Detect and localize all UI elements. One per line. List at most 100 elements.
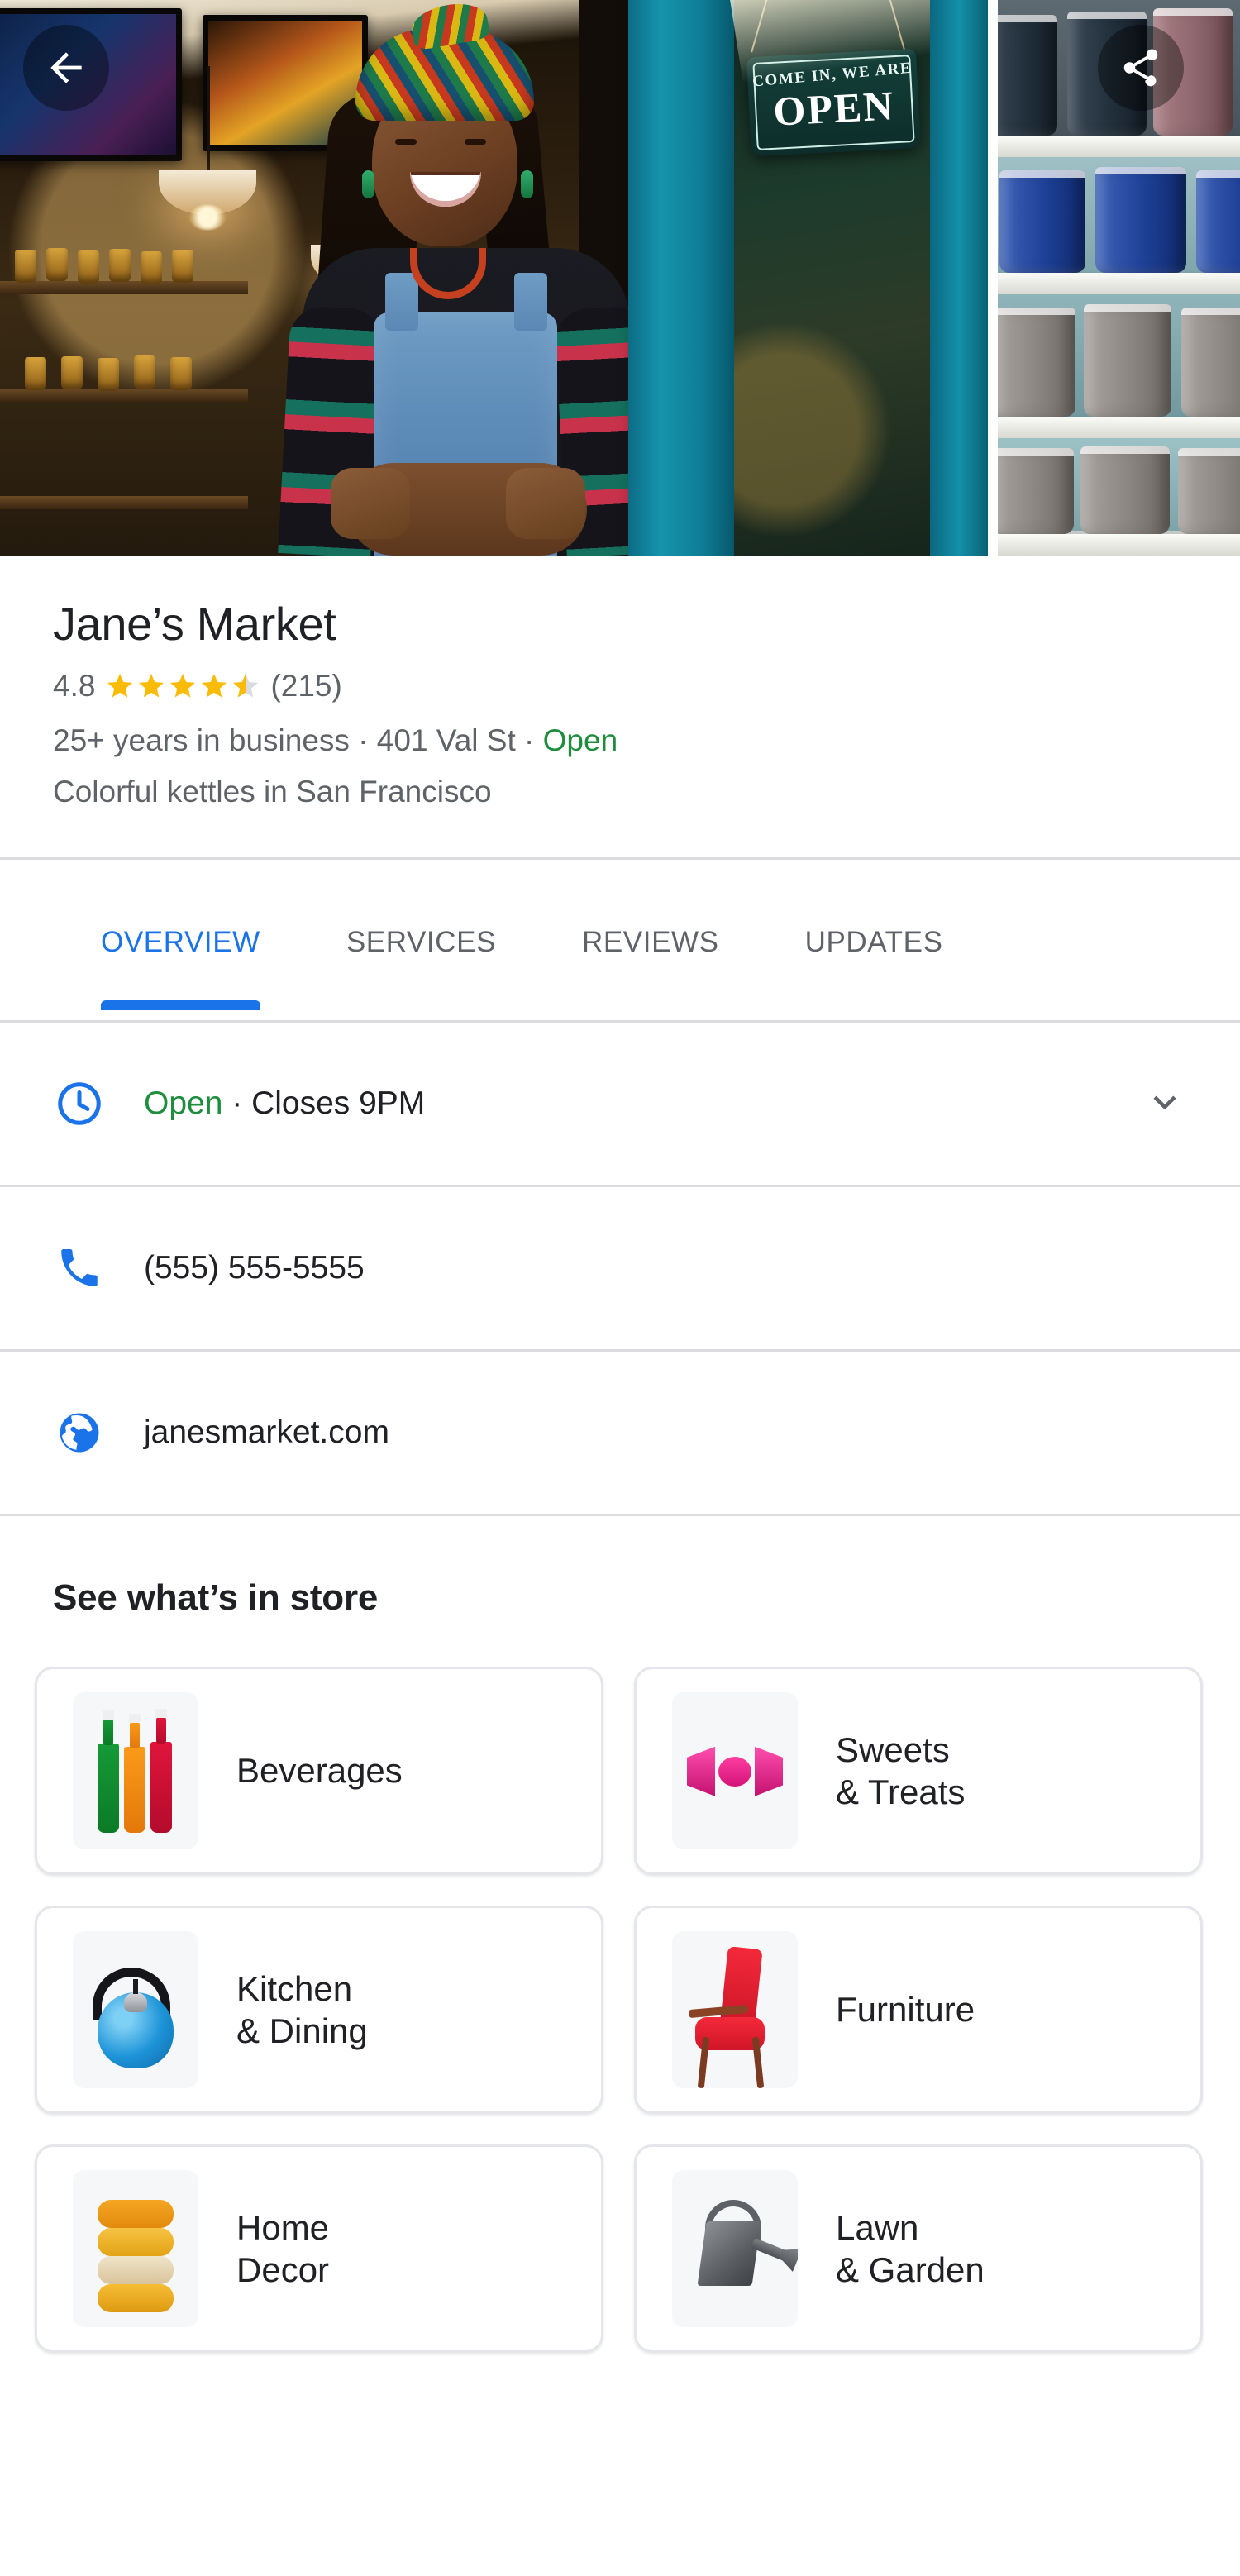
jar [15, 250, 36, 283]
eye-left [395, 139, 417, 145]
category-label: Kitchen & Dining [236, 1968, 368, 2052]
candy-body [718, 1757, 751, 1787]
hand-left [331, 468, 410, 539]
hours-status: Open [144, 1085, 222, 1121]
category-card-beverages[interactable]: Beverages [35, 1667, 603, 1875]
phone-row[interactable]: (555) 555-5555 [0, 1187, 1240, 1349]
door-pillar-left [628, 0, 734, 556]
shelf-3 [0, 496, 248, 509]
category-label: Furniture [836, 1988, 975, 2030]
tab-updates[interactable]: UPDATES [805, 926, 943, 1020]
jar [61, 356, 83, 389]
mug [998, 308, 1075, 417]
category-label: Lawn & Garden [836, 2206, 985, 2291]
rating-row[interactable]: 4.8 (215) [53, 669, 1187, 704]
shelf-board-2 [998, 273, 1240, 294]
pillow-bottom [98, 2284, 174, 2312]
open-status-label: Open [543, 723, 618, 757]
open-sign-line-2: OPEN [748, 83, 919, 134]
business-profile-screen: COME IN, WE ARE OPEN [0, 0, 1240, 2576]
hours-text: Open · Closes 9PM [144, 1085, 425, 1122]
website-row[interactable]: janesmarket.com [0, 1352, 1240, 1514]
lamp-cord [207, 66, 210, 174]
mug [1080, 446, 1170, 534]
star-half-icon [231, 671, 260, 701]
back-button[interactable] [23, 25, 109, 111]
star-rating [105, 671, 260, 701]
tab-services[interactable]: SERVICES [346, 926, 496, 1020]
tab-bar: OVERVIEW SERVICES REVIEWS UPDATES [0, 860, 1240, 1020]
hours-row[interactable]: Open · Closes 9PM [0, 1023, 1240, 1185]
category-card-furniture[interactable]: Furniture [634, 1906, 1203, 2114]
share-icon [1118, 45, 1163, 90]
jar [25, 357, 46, 390]
eye-right [465, 139, 486, 145]
mug [1196, 170, 1240, 273]
jar [170, 357, 192, 390]
hours-detail: · Closes 9PM [222, 1085, 425, 1121]
share-button[interactable] [1098, 25, 1184, 111]
website-url: janesmarket.com [144, 1414, 389, 1451]
overall-strap-right [514, 273, 547, 331]
pillow-2 [98, 2228, 174, 2256]
tab-overview[interactable]: OVERVIEW [101, 926, 260, 1020]
mug [1181, 308, 1240, 417]
jar [172, 250, 193, 283]
mug [998, 448, 1074, 534]
category-card-kitchen[interactable]: Kitchen & Dining [35, 1906, 603, 2114]
star-filled-icon [136, 671, 166, 701]
category-card-sweets[interactable]: Sweets & Treats [634, 1667, 1203, 1875]
shelf-board-4 [998, 534, 1240, 556]
candy-wing-right [755, 1747, 783, 1796]
mug [999, 170, 1085, 273]
lamp-glow-1 [189, 205, 226, 230]
jar [46, 248, 68, 281]
door-pillar-right [930, 0, 988, 556]
chevron-down-icon[interactable] [1142, 1079, 1187, 1128]
mug [1178, 448, 1240, 534]
star-filled-icon [199, 671, 229, 701]
category-label: Sweets & Treats [836, 1729, 965, 1813]
earring-left [362, 170, 374, 198]
jar [134, 355, 155, 389]
home-decor-thumb [73, 2170, 198, 2327]
furniture-thumb [672, 1931, 798, 2088]
arrow-left-icon [43, 45, 89, 91]
tab-reviews[interactable]: REVIEWS [582, 926, 719, 1020]
kitchen-thumb [73, 1931, 198, 2088]
category-label: Beverages [236, 1749, 403, 1791]
mug [1084, 304, 1171, 417]
mug [1095, 167, 1186, 273]
hero-photo-storefront[interactable]: COME IN, WE ARE OPEN [0, 0, 988, 556]
rating-value: 4.8 [53, 669, 95, 704]
mug [998, 15, 1057, 136]
watering-can-spout [751, 2238, 790, 2262]
lawn-garden-thumb [672, 2170, 798, 2327]
candy-wing-left [687, 1747, 715, 1796]
business-meta-prefix: 25+ years in business · 401 Val St · [53, 723, 543, 757]
category-card-home-decor[interactable]: Home Decor [35, 2144, 603, 2353]
door-glass: COME IN, WE ARE OPEN [734, 0, 930, 556]
earring-right [521, 170, 533, 198]
beverages-thumb [73, 1692, 198, 1849]
category-label: Home Decor [236, 2206, 329, 2291]
jar [109, 249, 131, 282]
watering-can-body [698, 2221, 761, 2286]
jar [98, 358, 119, 391]
shelf-board-3 [998, 417, 1240, 438]
business-description: Colorful kettles in San Francisco [53, 775, 1187, 809]
shelf-1 [0, 281, 248, 294]
bottle-orange [124, 1747, 145, 1833]
category-card-lawn-garden[interactable]: Lawn & Garden [634, 2144, 1203, 2353]
hero-photo-strip: COME IN, WE ARE OPEN [0, 0, 1240, 556]
page-title: Jane’s Market [53, 600, 1187, 649]
hand-right [506, 468, 585, 539]
star-filled-icon [105, 671, 135, 701]
business-header: Jane’s Market 4.8 (215) 25+ years in bus… [0, 556, 1240, 809]
business-meta: 25+ years in business · 401 Val St · Ope… [53, 720, 1187, 761]
pillow-3 [98, 2256, 174, 2284]
jar [141, 251, 162, 284]
overall-strap-left [385, 273, 418, 331]
shelf-2 [0, 389, 248, 402]
review-count: (215) [270, 669, 341, 704]
